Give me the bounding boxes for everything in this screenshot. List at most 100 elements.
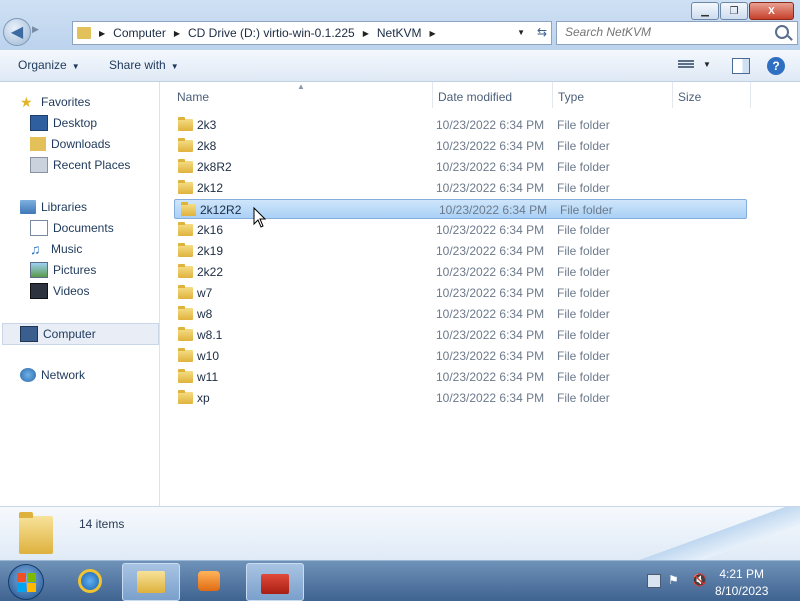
breadcrumb-separator-icon[interactable]: ▶	[99, 29, 105, 38]
file-type: File folder	[557, 349, 610, 363]
file-name: xp	[197, 391, 210, 405]
column-divider[interactable]	[750, 82, 751, 108]
column-header-size[interactable]: Size	[678, 90, 701, 104]
nav-pictures-label: Pictures	[53, 263, 97, 277]
recent-places-icon	[30, 157, 48, 173]
search-box[interactable]	[556, 21, 798, 45]
breadcrumb-cd-drive[interactable]: CD Drive (D:) virtio-win-0.1.225	[188, 26, 355, 40]
column-divider[interactable]	[432, 82, 433, 108]
folder-icon	[178, 222, 193, 236]
file-row[interactable]: 2k8R2 10/23/2022 6:34 PM File folder	[172, 157, 744, 177]
maximize-button[interactable]: ❐	[720, 2, 748, 20]
action-center-flag-icon[interactable]: ⚑	[668, 574, 680, 586]
breadcrumb-separator-icon[interactable]: ▶	[174, 29, 180, 38]
file-type: File folder	[557, 160, 610, 174]
column-header-date[interactable]: Date modified	[438, 90, 512, 104]
column-header-name[interactable]: Name	[177, 90, 209, 104]
file-date: 10/23/2022 6:34 PM	[436, 139, 545, 153]
taskbar-internet-explorer[interactable]	[62, 563, 118, 599]
nav-downloads[interactable]: Downloads	[30, 134, 110, 154]
file-type: File folder	[557, 286, 610, 300]
file-date: 10/23/2022 6:34 PM	[436, 118, 545, 132]
file-row[interactable]: w11 10/23/2022 6:34 PM File folder	[172, 367, 744, 387]
column-divider[interactable]	[672, 82, 673, 108]
view-dropdown-icon[interactable]: ▼	[703, 60, 711, 69]
nav-desktop[interactable]: Desktop	[30, 113, 97, 133]
nav-videos[interactable]: Videos	[30, 281, 89, 301]
column-divider[interactable]	[552, 82, 553, 108]
address-dropdown-icon[interactable]: ▼	[517, 28, 525, 37]
organize-button[interactable]: Organize ▼	[18, 58, 80, 72]
taskbar-media-player[interactable]	[182, 563, 238, 599]
sort-ascending-icon: ▲	[297, 82, 305, 91]
file-name: w7	[197, 286, 213, 300]
change-view-icon[interactable]	[678, 59, 694, 71]
taskbar-windows-explorer[interactable]	[122, 563, 180, 601]
nav-recent-places-label: Recent Places	[53, 158, 131, 172]
file-date: 10/23/2022 6:34 PM	[436, 391, 545, 405]
address-bar[interactable]: ▶ Computer ▶ CD Drive (D:) virtio-win-0.…	[72, 21, 552, 45]
minimize-button[interactable]: ▁	[691, 2, 719, 20]
start-orb-icon[interactable]	[8, 564, 44, 600]
breadcrumb-separator-icon[interactable]: ▶	[363, 29, 369, 38]
file-date: 10/23/2022 6:34 PM	[436, 265, 545, 279]
nav-libraries[interactable]: Libraries	[20, 197, 87, 217]
refresh-icon[interactable]: ⇆	[537, 25, 547, 39]
volume-muted-icon[interactable]: 🔇	[692, 574, 707, 586]
nav-recent-places[interactable]: Recent Places	[30, 155, 130, 175]
back-button[interactable]: ◀	[3, 18, 31, 46]
column-header-type[interactable]: Type	[558, 90, 584, 104]
file-name: 2k8	[197, 139, 217, 153]
folder-icon	[178, 390, 193, 404]
file-date: 10/23/2022 6:34 PM	[436, 244, 545, 258]
file-row[interactable]: 2k12 10/23/2022 6:34 PM File folder	[172, 178, 744, 198]
breadcrumb-computer[interactable]: Computer	[113, 26, 166, 40]
file-type: File folder	[557, 391, 610, 405]
search-input[interactable]	[557, 22, 765, 42]
nav-downloads-label: Downloads	[51, 137, 111, 151]
file-name: 2k16	[197, 223, 224, 237]
nav-music[interactable]: ♫ Music	[30, 239, 82, 259]
nav-pictures[interactable]: Pictures	[30, 260, 96, 280]
title-address-bar: ▁ ❐ X ◀ ▶ ▶ Computer ▶ CD Drive (D:) vir…	[0, 0, 800, 50]
file-type: File folder	[557, 181, 610, 195]
share-with-button[interactable]: Share with ▼	[109, 58, 179, 72]
file-date: 10/23/2022 6:34 PM	[436, 286, 545, 300]
help-icon[interactable]: ?	[767, 57, 785, 75]
file-date: 10/23/2022 6:34 PM	[436, 349, 545, 363]
file-type: File folder	[560, 203, 613, 217]
file-name: 2k12R2	[200, 203, 242, 217]
file-name: w11	[197, 370, 219, 384]
nav-network-label: Network	[41, 368, 86, 382]
file-name: 2k22	[197, 265, 224, 279]
breadcrumb-netkvm[interactable]: NetKVM	[377, 26, 422, 40]
preview-pane-icon[interactable]	[732, 58, 750, 74]
file-row[interactable]: w10 10/23/2022 6:34 PM File folder	[172, 346, 744, 366]
file-name: w8.1	[197, 328, 223, 342]
nav-computer[interactable]: Computer	[2, 323, 159, 345]
breadcrumb-separator-icon[interactable]: ▶	[430, 29, 436, 38]
file-row[interactable]: xp 10/23/2022 6:34 PM File folder	[172, 388, 744, 408]
nav-favorites[interactable]: ★ Favorites	[20, 92, 90, 112]
network-tray-icon[interactable]	[647, 574, 661, 588]
close-button[interactable]: X	[749, 2, 794, 20]
folder-icon	[178, 243, 193, 257]
file-row[interactable]: 2k3 10/23/2022 6:34 PM File folder	[172, 115, 744, 135]
file-row[interactable]: w7 10/23/2022 6:34 PM File folder	[172, 283, 744, 303]
search-icon[interactable]	[775, 25, 789, 39]
file-row[interactable]: 2k22 10/23/2022 6:34 PM File folder	[172, 262, 744, 282]
media-player-icon	[198, 571, 220, 591]
taskbar-toolbox[interactable]	[246, 563, 304, 601]
file-row[interactable]: w8.1 10/23/2022 6:34 PM File folder	[172, 325, 744, 345]
file-row[interactable]: 2k19 10/23/2022 6:34 PM File folder	[172, 241, 744, 261]
computer-icon	[20, 326, 38, 342]
file-row[interactable]: 2k8 10/23/2022 6:34 PM File folder	[172, 136, 744, 156]
file-row[interactable]: w8 10/23/2022 6:34 PM File folder	[172, 304, 744, 324]
item-count: 14 items	[79, 517, 125, 531]
taskbar-clock[interactable]: 4:21 PM 8/10/2023	[715, 566, 768, 600]
nav-desktop-label: Desktop	[53, 116, 98, 130]
forward-button[interactable]: ▶	[32, 24, 48, 38]
nav-network[interactable]: Network	[20, 365, 85, 385]
folder-icon	[178, 264, 193, 278]
nav-documents[interactable]: Documents	[30, 218, 114, 238]
